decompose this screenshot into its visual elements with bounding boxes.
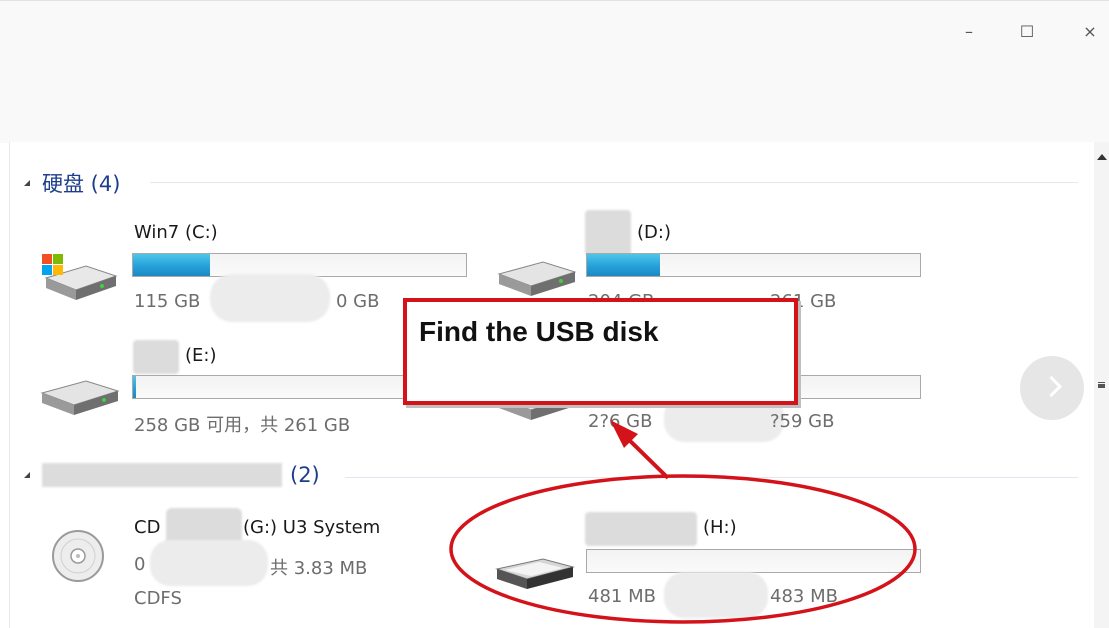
annotation-callout: Find the USB disk — [403, 298, 798, 405]
usb-highlight-ellipse — [449, 474, 917, 624]
callout-text: Find the USB disk — [419, 316, 659, 347]
